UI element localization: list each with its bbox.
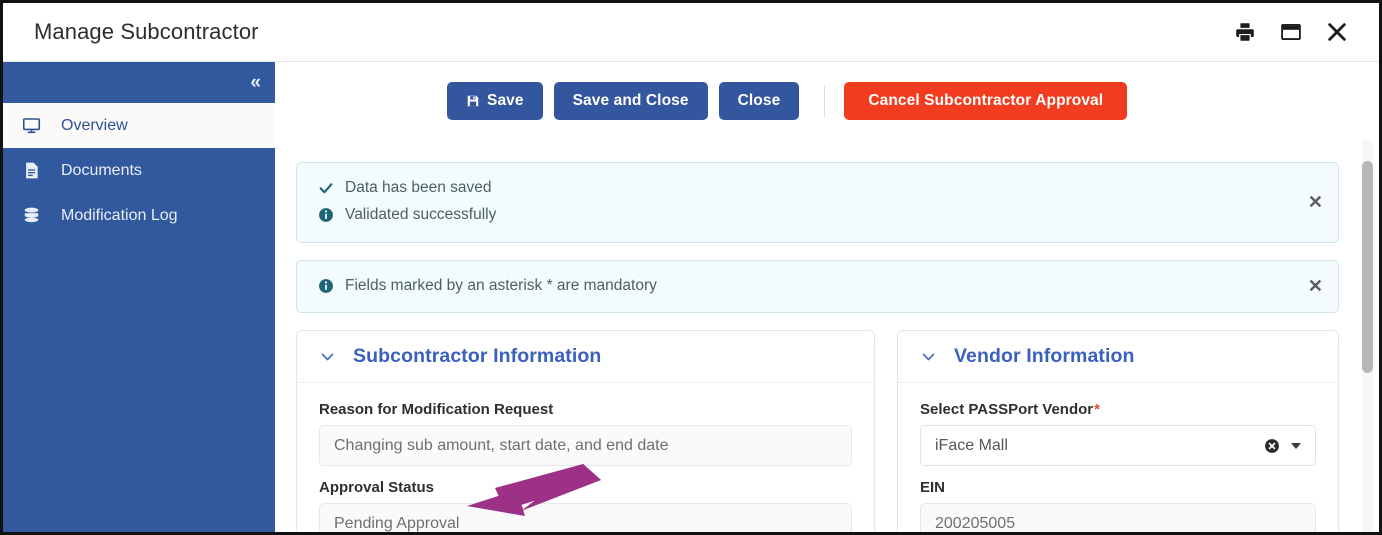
sidebar-item-label: Overview — [61, 117, 128, 135]
panel-title: Subcontractor Information — [353, 345, 601, 368]
cancel-subcontractor-approval-button[interactable]: Cancel Subcontractor Approval — [844, 82, 1127, 120]
manage-subcontractor-window: Manage Subcontractor — [0, 0, 1382, 535]
print-icon[interactable] — [1233, 20, 1257, 44]
approval-status-input[interactable]: Pending Approval — [319, 503, 852, 535]
subcontractor-information-panel-header[interactable]: Subcontractor Information — [297, 331, 874, 383]
subcontractor-information-panel: Subcontractor Information Reason for Mod… — [296, 330, 875, 535]
chevron-down-icon — [920, 348, 937, 365]
ein-input[interactable]: 200205005 — [920, 503, 1316, 535]
reason-for-modification-request-field: Reason for Modification Request Changing… — [319, 401, 852, 466]
chevron-double-left-icon: « — [250, 73, 260, 92]
approval-status-field: Approval Status Pending Approval — [319, 479, 852, 535]
save-status-alert: Data has been saved Validated successful… — [296, 162, 1339, 243]
alert-close-icon[interactable]: ✕ — [1308, 277, 1323, 295]
alert-close-icon[interactable]: ✕ — [1308, 193, 1323, 211]
cancel-subcontractor-approval-label: Cancel Subcontractor Approval — [868, 92, 1103, 110]
window-body: « Overview — [3, 62, 1379, 535]
window-controls — [1233, 20, 1361, 44]
chevron-down-icon — [319, 348, 336, 365]
ein-field: EIN 200205005 — [920, 479, 1316, 535]
vendor-information-panel-header[interactable]: Vendor Information — [898, 331, 1338, 383]
alert-line: Fields marked by an asterisk * are manda… — [315, 274, 1320, 299]
close-button-label: Close — [738, 92, 781, 110]
field-label-text: Select PASSPort Vendor — [920, 401, 1093, 418]
form-panels: Subcontractor Information Reason for Mod… — [296, 330, 1339, 535]
alert-text: Data has been saved — [345, 176, 492, 201]
mandatory-fields-alert: Fields marked by an asterisk * are manda… — [296, 260, 1339, 314]
sidebar-item-documents[interactable]: Documents — [3, 148, 275, 193]
chevron-down-icon[interactable] — [1291, 443, 1301, 449]
save-and-close-button[interactable]: Save and Close — [554, 82, 708, 120]
clear-selection-icon[interactable] — [1264, 438, 1280, 454]
select-passport-vendor-input[interactable]: iFace Mall — [920, 425, 1316, 466]
page-title: Manage Subcontractor — [34, 19, 259, 45]
info-icon — [315, 278, 337, 294]
sidebar: « Overview — [3, 62, 275, 535]
save-button[interactable]: Save — [447, 82, 543, 120]
restore-window-icon[interactable] — [1279, 20, 1303, 44]
alert-text: Fields marked by an asterisk * are manda… — [345, 274, 657, 299]
save-button-label: Save — [487, 92, 524, 110]
subcontractor-information-panel-body: Reason for Modification Request Changing… — [297, 383, 874, 535]
select-passport-vendor-field: Select PASSPort Vendor* iFace Mall — [920, 401, 1316, 466]
alert-line: Data has been saved — [315, 176, 1320, 201]
field-label: Select PASSPort Vendor* — [920, 401, 1316, 418]
select-controls — [1264, 438, 1301, 454]
required-asterisk: * — [1094, 401, 1100, 418]
database-icon — [22, 206, 48, 225]
content-scrollbar[interactable] — [1362, 140, 1373, 535]
sidebar-item-overview[interactable]: Overview — [3, 103, 275, 148]
toolbar-divider — [824, 85, 825, 117]
close-button[interactable]: Close — [719, 82, 800, 120]
field-value: Changing sub amount, start date, and end… — [334, 437, 668, 455]
field-value: Pending Approval — [334, 515, 459, 533]
field-value: iFace Mall — [935, 437, 1008, 455]
sidebar-item-modification-log[interactable]: Modification Log — [3, 193, 275, 238]
field-label: Reason for Modification Request — [319, 401, 852, 418]
reason-for-modification-request-input[interactable]: Changing sub amount, start date, and end… — [319, 425, 852, 466]
panel-title: Vendor Information — [954, 345, 1135, 368]
vendor-information-panel-body: Select PASSPort Vendor* iFace Mall — [898, 383, 1338, 535]
document-icon — [22, 161, 48, 180]
close-window-icon[interactable] — [1325, 20, 1349, 44]
action-toolbar: Save Save and Close Close Cancel Subcont… — [275, 62, 1379, 140]
field-label: EIN — [920, 479, 1316, 496]
main-content: Save Save and Close Close Cancel Subcont… — [275, 62, 1379, 535]
sidebar-item-label: Documents — [61, 162, 142, 180]
sidebar-collapse-button[interactable]: « — [3, 62, 275, 103]
field-label: Approval Status — [319, 479, 852, 496]
monitor-icon — [22, 116, 48, 135]
content-scroll-area: Data has been saved Validated successful… — [275, 140, 1379, 535]
field-value: 200205005 — [935, 515, 1015, 533]
check-icon — [315, 180, 337, 196]
vendor-information-panel: Vendor Information Select PASSPort Vendo… — [897, 330, 1339, 535]
save-icon — [466, 94, 480, 108]
window-titlebar: Manage Subcontractor — [3, 3, 1379, 62]
sidebar-item-label: Modification Log — [61, 207, 178, 225]
alert-line: Validated successfully — [315, 203, 1320, 228]
content-scrollbar-thumb[interactable] — [1362, 161, 1373, 373]
info-icon — [315, 207, 337, 223]
alert-text: Validated successfully — [345, 203, 496, 228]
save-and-close-button-label: Save and Close — [573, 92, 689, 110]
